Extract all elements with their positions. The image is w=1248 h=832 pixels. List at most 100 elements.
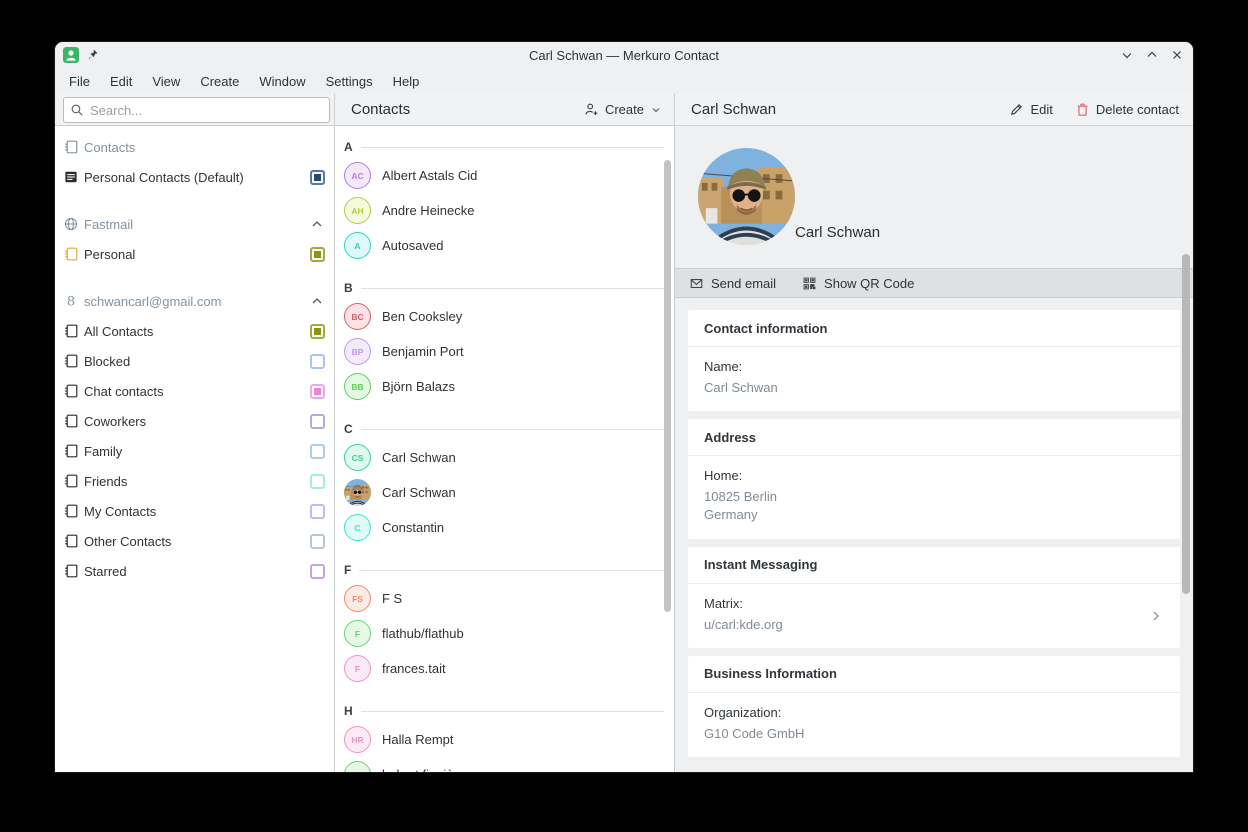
contact-list-item[interactable]: BBBjörn Balazs bbox=[335, 369, 674, 404]
contact-list-item[interactable]: CConstantin bbox=[335, 510, 674, 545]
titlebar[interactable]: Carl Schwan — Merkuro Contact bbox=[55, 42, 1193, 68]
contact-initials-avatar: BC bbox=[344, 303, 371, 330]
action-label: Show QR Code bbox=[824, 276, 914, 291]
sidebar-item-all-contacts[interactable]: All Contacts bbox=[55, 316, 334, 346]
contact-list-item[interactable]: HFhubert figuière bbox=[335, 757, 674, 772]
menu-help[interactable]: Help bbox=[383, 71, 430, 92]
edit-button[interactable]: Edit bbox=[1009, 102, 1052, 117]
chevron-up-icon[interactable] bbox=[309, 216, 325, 232]
sidebar-item-chat-contacts[interactable]: Chat contacts bbox=[55, 376, 334, 406]
contact-initials-avatar: CS bbox=[344, 444, 371, 471]
menu-file[interactable]: File bbox=[59, 71, 100, 92]
address-book-icon bbox=[63, 246, 79, 262]
chevron-right-icon[interactable] bbox=[1148, 608, 1164, 624]
contact-list-item[interactable]: AAutosaved bbox=[335, 228, 674, 263]
profile-header: Carl Schwan bbox=[675, 126, 1193, 268]
details-scrollbar[interactable] bbox=[1182, 254, 1190, 594]
contact-name-label: flathub/flathub bbox=[382, 626, 464, 641]
contact-initials-avatar: HF bbox=[344, 761, 371, 772]
trash-icon bbox=[1075, 102, 1090, 117]
visibility-checkbox[interactable] bbox=[310, 534, 325, 549]
sidebar-item-label: Personal Contacts (Default) bbox=[84, 170, 305, 185]
contact-name-label: Ben Cooksley bbox=[382, 309, 462, 324]
sidebar-item-my-contacts[interactable]: My Contacts bbox=[55, 496, 334, 526]
menu-settings[interactable]: Settings bbox=[316, 71, 383, 92]
sidebar-item-personal[interactable]: Personal bbox=[55, 239, 334, 269]
person-add-icon bbox=[584, 102, 599, 117]
contact-name-label: Benjamin Port bbox=[382, 344, 464, 359]
contact-list: AACAlbert Astals CidAHAndre HeineckeAAut… bbox=[335, 126, 675, 772]
minimize-button[interactable] bbox=[1119, 47, 1135, 63]
section-letter: F bbox=[344, 563, 351, 577]
detail-card-contact-information: Contact informationName:Carl Schwan bbox=[688, 310, 1180, 411]
sidebar-item-friends[interactable]: Friends bbox=[55, 466, 334, 496]
search-box[interactable] bbox=[63, 97, 330, 123]
contact-initials-avatar: HR bbox=[344, 726, 371, 753]
contact-list-item[interactable]: BP Benjamin Port bbox=[335, 334, 674, 369]
section-header-c: C bbox=[335, 418, 674, 440]
show-qr-code-button[interactable]: Show QR Code bbox=[802, 276, 914, 291]
sidebar-item-label: Starred bbox=[84, 564, 305, 579]
sidebar-item-schwancarl-gmail-com[interactable]: 8schwancarl@gmail.com bbox=[55, 286, 334, 316]
menu-window[interactable]: Window bbox=[249, 71, 315, 92]
sidebar-item-fastmail[interactable]: Fastmail bbox=[55, 209, 334, 239]
detail-column-header: Carl Schwan Edit Delete contact bbox=[675, 94, 1193, 125]
contact-list-item[interactable]: FSF S bbox=[335, 581, 674, 616]
sidebar-item-coworkers[interactable]: Coworkers bbox=[55, 406, 334, 436]
sidebar-item-family[interactable]: Family bbox=[55, 436, 334, 466]
maximize-button[interactable] bbox=[1144, 47, 1160, 63]
sidebar-item-label: Contacts bbox=[84, 140, 325, 155]
send-email-button[interactable]: Send email bbox=[689, 276, 776, 291]
sidebar-item-personal-contacts-default-[interactable]: Personal Contacts (Default) bbox=[55, 162, 334, 192]
contact-name-label: F S bbox=[382, 591, 402, 606]
menu-view[interactable]: View bbox=[142, 71, 190, 92]
menubar: FileEditViewCreateWindowSettingsHelp bbox=[55, 68, 1193, 94]
address-book-icon bbox=[63, 533, 79, 549]
chevron-up-icon[interactable] bbox=[309, 293, 325, 309]
app-window: Carl Schwan — Merkuro Contact FileEditVi… bbox=[55, 42, 1193, 772]
visibility-checkbox[interactable] bbox=[310, 564, 325, 579]
contact-name-label: Andre Heinecke bbox=[382, 203, 475, 218]
contact-list-item[interactable]: CSCarl Schwan bbox=[335, 440, 674, 475]
field-label: Matrix: bbox=[704, 596, 1164, 611]
visibility-checkbox[interactable] bbox=[310, 474, 325, 489]
contact-list-item[interactable]: Carl Schwan bbox=[335, 475, 674, 510]
contact-list-item[interactable]: HRHalla Rempt bbox=[335, 722, 674, 757]
visibility-checkbox[interactable] bbox=[310, 504, 325, 519]
create-button[interactable]: Create bbox=[584, 102, 662, 117]
sidebar-item-blocked[interactable]: Blocked bbox=[55, 346, 334, 376]
section-header-h: H bbox=[335, 700, 674, 722]
contact-actions-toolbar: Send email Show QR Code bbox=[675, 268, 1193, 298]
contact-list-item[interactable]: Fflathub/flathub bbox=[335, 616, 674, 651]
menu-create[interactable]: Create bbox=[190, 71, 249, 92]
close-button[interactable] bbox=[1169, 47, 1185, 63]
sidebar-item-contacts[interactable]: Contacts bbox=[55, 132, 334, 162]
address-book-icon bbox=[63, 413, 79, 429]
visibility-checkbox[interactable] bbox=[310, 384, 325, 399]
contact-list-item[interactable]: AHAndre Heinecke bbox=[335, 193, 674, 228]
contact-list-item[interactable]: ACAlbert Astals Cid bbox=[335, 158, 674, 193]
delete-contact-button[interactable]: Delete contact bbox=[1075, 102, 1179, 117]
sidebar-item-starred[interactable]: Starred bbox=[55, 556, 334, 586]
visibility-checkbox[interactable] bbox=[310, 414, 325, 429]
visibility-checkbox[interactable] bbox=[310, 170, 325, 185]
profile-name: Carl Schwan bbox=[795, 224, 880, 241]
card-field[interactable]: Matrix:u/carl:kde.org bbox=[688, 584, 1180, 648]
menu-edit[interactable]: Edit bbox=[100, 71, 142, 92]
visibility-checkbox[interactable] bbox=[310, 324, 325, 339]
contact-list-scrollbar[interactable] bbox=[664, 160, 671, 612]
detail-card-address: AddressHome:10825 BerlinGermany bbox=[688, 419, 1180, 538]
contact-initials-avatar: BP bbox=[344, 338, 371, 365]
contact-name-label: Autosaved bbox=[382, 238, 443, 253]
visibility-checkbox[interactable] bbox=[310, 444, 325, 459]
contact-detail-cards: Contact informationName:Carl SchwanAddre… bbox=[675, 298, 1193, 772]
search-input[interactable] bbox=[90, 103, 323, 118]
sidebar-item-other-contacts[interactable]: Other Contacts bbox=[55, 526, 334, 556]
card-title: Address bbox=[688, 419, 1180, 456]
visibility-checkbox[interactable] bbox=[310, 354, 325, 369]
visibility-checkbox[interactable] bbox=[310, 247, 325, 262]
google-icon: 8 bbox=[63, 293, 79, 309]
section-header-f: F bbox=[335, 559, 674, 581]
contact-list-item[interactable]: Ffrances.tait bbox=[335, 651, 674, 686]
contact-list-item[interactable]: BC Ben Cooksley bbox=[335, 299, 674, 334]
